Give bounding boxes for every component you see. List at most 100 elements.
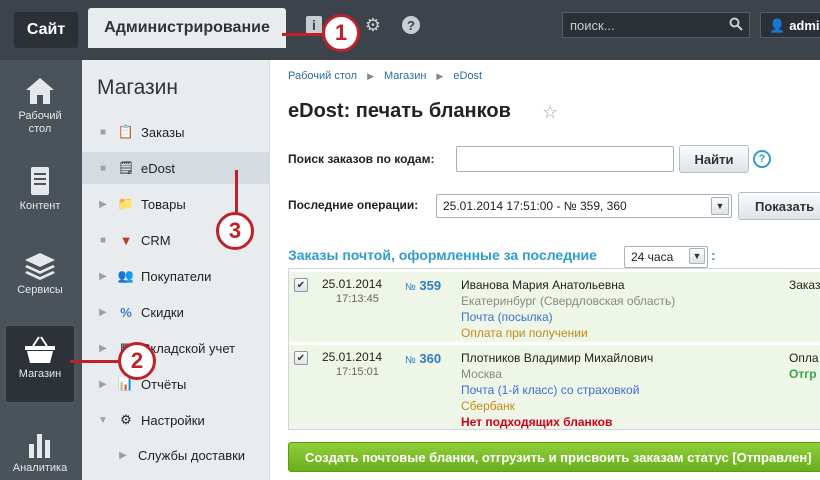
collapse-arrow-icon[interactable]: ▼ <box>98 415 108 426</box>
sidebar-label: Сервисы <box>17 284 63 296</box>
menu-item-customers[interactable]: ▶ 👥 Покупатели <box>82 260 270 292</box>
bullet-icon: ■ <box>99 234 107 246</box>
callout-line <box>235 170 238 214</box>
star-icon[interactable]: ☆ <box>542 102 558 123</box>
order-checkbox[interactable]: ✔ <box>294 351 308 365</box>
site-tab[interactable]: Сайт <box>14 12 78 48</box>
orders-list: ✔ 25.01.2014 17:13:45 № 359 Иванова Мари… <box>288 268 820 430</box>
percent-icon: % <box>120 304 132 320</box>
edost-icon: 🗒 <box>117 160 135 175</box>
callout-badge: 2 <box>118 342 156 380</box>
last-ops-label: Последние операции: <box>288 198 419 212</box>
top-bar: Сайт Администрирование i ⚙ ? 👤admin <box>0 0 820 60</box>
customer-city: Екатеринбург (Свердловская область) <box>461 294 676 308</box>
delivery-method: Почта (посылка) <box>461 310 553 324</box>
menu-label: Складской учет <box>141 340 236 356</box>
last-ops-select[interactable]: 25.01.2014 17:51:00 - № 359, 360 ▼ <box>436 194 732 218</box>
sidebar-item-shop[interactable]: Магазин <box>6 326 74 402</box>
breadcrumb-link[interactable]: eDost <box>453 70 482 82</box>
customer-name: Плотников Владимир Михайлович <box>461 351 654 365</box>
customer-city: Москва <box>461 367 502 381</box>
expand-arrow-icon[interactable]: ▶ <box>98 199 108 210</box>
breadcrumb-separator-icon: ▶ <box>436 71 444 81</box>
menu-item-reports[interactable]: ▶ 📊 Отчёты <box>82 368 270 400</box>
chevron-down-icon: ▼ <box>711 197 729 215</box>
menu-item-orders[interactable]: ■ 📋 Заказы <box>82 116 270 148</box>
order-row[interactable]: ✔ 25.01.2014 17:13:45 № 359 Иванова Мари… <box>289 272 820 342</box>
order-row[interactable]: ✔ 25.01.2014 17:15:01 № 360 Плотников Вл… <box>289 345 820 429</box>
shop-menu: Магазин ■ 📋 Заказы ■ 🗒 eDost ▶ 📁 Товары … <box>82 60 270 480</box>
admin-tab[interactable]: Администрирование <box>88 8 286 48</box>
menu-item-discounts[interactable]: ▶ % Скидки <box>82 296 270 328</box>
gear-icon[interactable]: ⚙ <box>362 14 384 36</box>
search-icon[interactable] <box>729 17 743 31</box>
settings-icon: ⚙ <box>120 412 132 427</box>
find-button[interactable]: Найти <box>679 145 749 173</box>
expand-arrow-icon[interactable]: ▶ <box>118 450 128 461</box>
expand-arrow-icon[interactable]: ▶ <box>98 271 108 282</box>
sidebar-item-services[interactable]: Сервисы <box>6 242 74 318</box>
period-select[interactable]: 24 часа ▼ <box>624 246 708 268</box>
order-number-value: 360 <box>419 351 442 366</box>
menu-item-delivery-services[interactable]: ▶ Службы доставки <box>82 440 270 470</box>
menu-label: Покупатели <box>141 268 212 284</box>
sidebar-item-desktop[interactable]: Рабочий стол <box>6 68 74 144</box>
sidebar-item-content[interactable]: Контент <box>6 158 74 234</box>
order-status-label: Заказ <box>789 278 820 292</box>
create-forms-button[interactable]: Создать почтовые бланки, отгрузить и при… <box>288 442 820 472</box>
menu-label: Товары <box>141 196 186 212</box>
order-date: 25.01.2014 <box>322 350 383 364</box>
order-time: 17:15:01 <box>336 366 379 378</box>
order-checkbox[interactable]: ✔ <box>294 278 308 292</box>
search-input[interactable] <box>563 13 723 38</box>
menu-item-edost[interactable]: ■ 🗒 eDost <box>82 152 270 184</box>
main-sidebar: Рабочий стол Контент Сервисы Магазин Ана… <box>0 60 82 480</box>
section-colon: : <box>711 247 716 263</box>
user-name: admin <box>789 18 820 33</box>
help-icon[interactable]: ? <box>753 150 771 168</box>
sidebar-item-analytics[interactable]: Аналитика <box>6 420 74 480</box>
delivery-method: Почта (1-й класс) со страховкой <box>461 383 640 397</box>
menu-label: Скидки <box>141 304 184 320</box>
order-codes-input[interactable] <box>456 146 674 172</box>
breadcrumb: Рабочий стол ▶ Магазин ▶ eDost <box>288 70 482 82</box>
order-date: 25.01.2014 <box>322 277 383 291</box>
crm-icon: ▼ <box>119 232 133 248</box>
expand-arrow-icon[interactable]: ▶ <box>98 307 108 318</box>
payment-method: Оплата при получении <box>461 326 588 340</box>
order-number[interactable]: № 359 <box>405 278 441 293</box>
show-button[interactable]: Показать <box>738 192 820 220</box>
sidebar-label: Контент <box>19 200 61 212</box>
sidebar-label: Аналитика <box>12 462 68 474</box>
payment-method: Сбербанк <box>461 399 515 413</box>
layers-icon <box>25 253 55 280</box>
users-icon: 👥 <box>117 268 135 283</box>
last-ops-value: 25.01.2014 17:51:00 - № 359, 360 <box>443 199 627 213</box>
menu-item-settings[interactable]: ▼ ⚙ Настройки <box>82 404 270 436</box>
breadcrumb-link[interactable]: Магазин <box>384 70 426 82</box>
search-codes-label: Поиск заказов по кодам: <box>288 152 435 166</box>
callout-badge: 1 <box>322 14 360 52</box>
user-menu[interactable]: 👤admin <box>760 12 820 38</box>
order-payment-status: Опла <box>789 351 819 365</box>
folder-icon: 📁 <box>117 196 135 211</box>
menu-label: Отчёты <box>141 376 187 392</box>
help-circle-icon[interactable]: ? <box>402 16 420 34</box>
basket-icon <box>25 336 55 363</box>
menu-label: Заказы <box>141 124 185 140</box>
customer-name: Иванова Мария Анатольевна <box>461 278 625 292</box>
home-icon <box>26 78 54 104</box>
breadcrumb-link[interactable]: Рабочий стол <box>288 70 357 82</box>
bar-chart-icon <box>29 434 50 458</box>
bullet-icon: ■ <box>99 126 107 138</box>
expand-arrow-icon[interactable]: ▶ <box>98 343 108 354</box>
orders-icon: 📋 <box>117 124 135 139</box>
menu-label: eDost <box>141 160 175 176</box>
order-number[interactable]: № 360 <box>405 351 441 366</box>
number-sign: № <box>405 282 416 293</box>
breadcrumb-separator-icon: ▶ <box>367 71 374 81</box>
expand-arrow-icon[interactable]: ▶ <box>98 379 108 390</box>
menu-label: Настройки <box>141 412 205 428</box>
order-shipment-status: Отгр <box>789 367 817 381</box>
info-icon[interactable]: i <box>306 16 322 34</box>
